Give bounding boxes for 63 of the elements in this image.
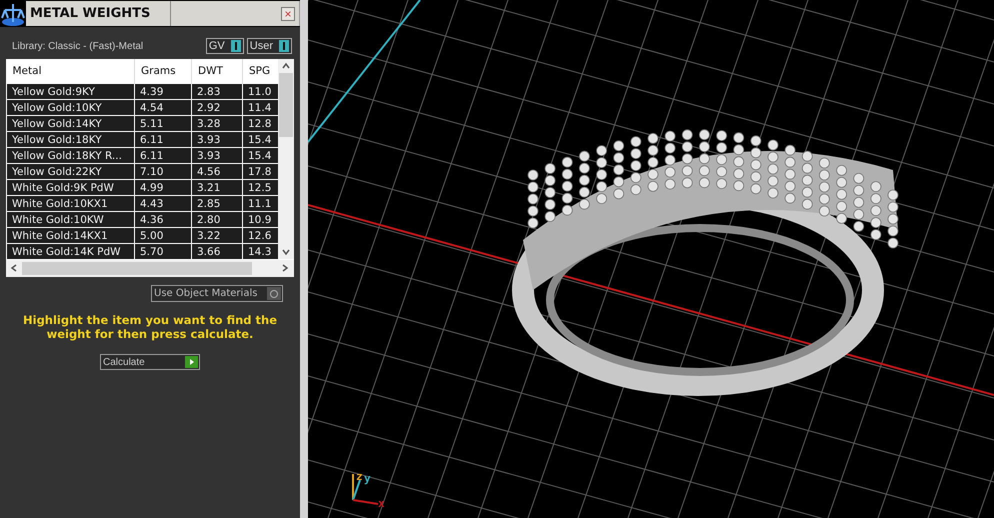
table-cell: 2.83 bbox=[192, 84, 242, 100]
table-cell: 5.00 bbox=[134, 228, 192, 244]
table-cell: 3.22 bbox=[192, 228, 242, 244]
z-axis-label: z bbox=[356, 470, 363, 483]
table-cell: 15.4 bbox=[242, 132, 278, 148]
panel-title: METAL WEIGHTS bbox=[30, 1, 171, 26]
table-cell: White Gold:14KX1 bbox=[6, 228, 134, 244]
table-cell: Yellow Gold:9KY bbox=[6, 84, 134, 100]
table-cell: 17.8 bbox=[242, 164, 278, 180]
table-cell: 4.39 bbox=[134, 84, 192, 100]
table-cell: White Gold:9K PdW bbox=[6, 180, 134, 196]
table-cell: 7.10 bbox=[134, 164, 192, 180]
y-axis-label: y bbox=[364, 472, 371, 485]
library-label: Library: Classic - (Fast)-Metal bbox=[12, 40, 144, 52]
table-cell: 5.11 bbox=[134, 116, 192, 132]
toggle-button[interactable]: User bbox=[246, 38, 292, 54]
table-cell: 12.8 bbox=[242, 116, 278, 132]
scroll-up-icon[interactable] bbox=[282, 62, 290, 70]
instruction-text: Highlight the item you want to find the weight for then press calculate. bbox=[22, 313, 278, 341]
table-cell: 3.93 bbox=[192, 132, 242, 148]
table-cell: 4.99 bbox=[134, 180, 192, 196]
table-cell: 5.70 bbox=[134, 244, 192, 260]
table-cell: 3.28 bbox=[192, 116, 242, 132]
table-cell: 11.4 bbox=[242, 100, 278, 116]
axis-gizmo-icon bbox=[352, 474, 378, 505]
table-cell: 6.11 bbox=[134, 132, 192, 148]
table-cell: 3.93 bbox=[192, 148, 242, 164]
table-cell: 12.6 bbox=[242, 228, 278, 244]
x-axis-label: x bbox=[378, 497, 385, 510]
table-cell: 15.4 bbox=[242, 148, 278, 164]
table-cell: 11.1 bbox=[242, 196, 278, 212]
horizontal-scrollbar[interactable] bbox=[6, 260, 294, 277]
table-cell: 4.36 bbox=[134, 212, 192, 228]
table-cell: White Gold:10KW bbox=[6, 212, 134, 228]
table-cell: 3.66 bbox=[192, 244, 242, 260]
table-cell: Yellow Gold:18KY R... bbox=[6, 148, 134, 164]
vertical-scrollbar[interactable] bbox=[278, 59, 294, 259]
scroll-down-icon[interactable] bbox=[282, 248, 290, 256]
table-cell: 2.92 bbox=[192, 100, 242, 116]
table-cell: Yellow Gold:18KY bbox=[6, 132, 134, 148]
table-cell: 11.0 bbox=[242, 84, 278, 100]
table-cell: 4.56 bbox=[192, 164, 242, 180]
table-cell: 3.21 bbox=[192, 180, 242, 196]
scroll-left-icon[interactable] bbox=[10, 264, 18, 272]
table-cell: White Gold:10KX1 bbox=[6, 196, 134, 212]
table-cell: 12.5 bbox=[242, 180, 278, 196]
table-cell: 14.3 bbox=[242, 244, 278, 260]
table-cell: 2.80 bbox=[192, 212, 242, 228]
table-cell: 2.85 bbox=[192, 196, 242, 212]
scroll-right-icon[interactable] bbox=[281, 264, 289, 272]
table-cell: Yellow Gold:22KY bbox=[6, 164, 134, 180]
calculate-button[interactable]: Calculate bbox=[100, 354, 200, 370]
table-cell: White Gold:14K PdW bbox=[6, 244, 134, 260]
use-object-materials-toggle[interactable]: Use Object Materials bbox=[151, 285, 283, 302]
table-cell: 6.11 bbox=[134, 148, 192, 164]
table-cell: Yellow Gold:14KY bbox=[6, 116, 134, 132]
close-button[interactable]: × bbox=[281, 6, 295, 20]
table-cell: 4.54 bbox=[134, 100, 192, 116]
toggle-button[interactable]: GV bbox=[206, 38, 244, 54]
table-cell: Yellow Gold:10KY bbox=[6, 100, 134, 116]
table-cell: 4.43 bbox=[134, 196, 192, 212]
table-cell: 10.9 bbox=[242, 212, 278, 228]
radio-icon bbox=[267, 287, 281, 300]
